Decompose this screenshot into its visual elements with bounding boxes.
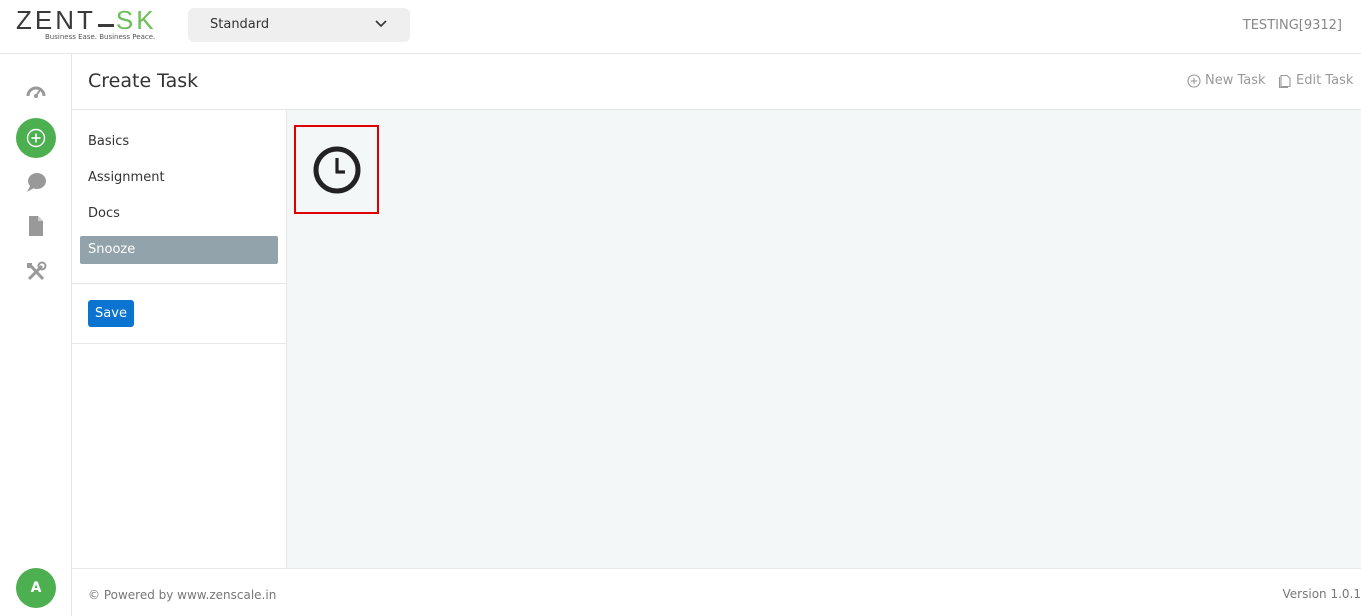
logo-mid: T	[77, 5, 96, 35]
tab-docs[interactable]: Docs	[80, 200, 278, 228]
powered-by-text: © Powered by www.zenscale.in	[88, 588, 277, 602]
tab-assignment[interactable]: Assignment	[80, 164, 278, 192]
page-footer: © Powered by www.zenscale.in Version 1.0…	[72, 568, 1361, 616]
save-divider	[72, 343, 286, 344]
clock-icon	[313, 146, 360, 193]
document-icon[interactable]	[24, 214, 48, 238]
new-task-label: New Task	[1205, 73, 1266, 88]
version-text: Version 1.0.1	[1282, 587, 1361, 601]
task-section-tabs: Basics Assignment Docs Snooze Save	[72, 110, 287, 568]
edit-task-link[interactable]: Edit Task	[1278, 73, 1353, 88]
chevron-down-icon	[375, 20, 387, 28]
edit-document-icon	[1278, 74, 1291, 88]
add-task-button[interactable]	[16, 118, 56, 158]
new-task-link[interactable]: New Task	[1187, 73, 1266, 88]
logo-bar-icon	[97, 23, 114, 27]
tab-basics[interactable]: Basics	[80, 128, 278, 156]
plus-circle-icon	[1187, 73, 1201, 88]
edit-task-label: Edit Task	[1296, 73, 1354, 88]
zentask-logo[interactable]: ZENT SK Business Ease. Business Peace.	[16, 6, 161, 44]
page-title: Create Task	[88, 70, 199, 92]
snooze-panel	[287, 110, 1361, 568]
logo-tagline: Business Ease. Business Peace.	[45, 33, 156, 41]
logo-suffix: SK	[115, 5, 157, 35]
tab-snooze[interactable]: Snooze	[80, 236, 278, 264]
tabs-divider	[72, 283, 286, 284]
user-avatar[interactable]: A	[16, 568, 56, 608]
tools-icon[interactable]	[24, 260, 48, 284]
page-header: Create Task New Task Edit Task	[72, 54, 1361, 110]
icon-sidebar: A	[0, 54, 72, 616]
chat-bubble-icon[interactable]	[24, 170, 48, 194]
user-account-label[interactable]: TESTING[9312]	[1243, 18, 1342, 33]
plan-dropdown-value: Standard	[210, 17, 270, 32]
plan-dropdown[interactable]: Standard	[188, 8, 410, 42]
dashboard-gauge-icon[interactable]	[24, 80, 48, 104]
logo-wordmark: ZENT SK	[16, 6, 157, 34]
save-button[interactable]: Save	[88, 300, 134, 327]
logo-prefix: ZEN	[16, 5, 77, 35]
snooze-clock-button[interactable]	[294, 125, 379, 214]
top-header: ZENT SK Business Ease. Business Peace. St…	[0, 0, 1361, 54]
add-icon	[26, 128, 46, 148]
